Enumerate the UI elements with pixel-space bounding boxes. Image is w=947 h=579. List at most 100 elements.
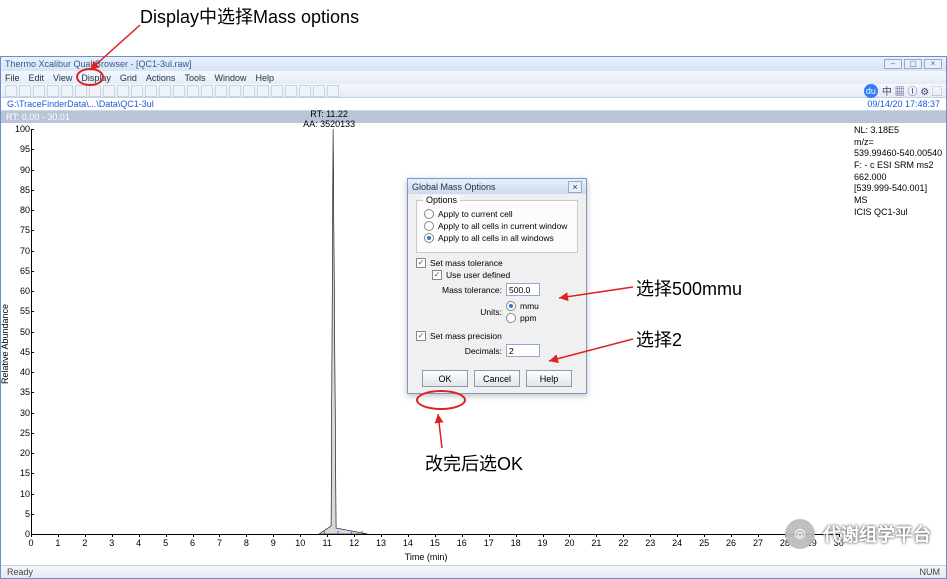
radio-apply-current[interactable] — [424, 209, 434, 219]
x-tick: 26 — [726, 538, 736, 548]
toolbar-button[interactable] — [47, 85, 59, 97]
toolbar-button[interactable] — [5, 85, 17, 97]
toolbar-button[interactable] — [117, 85, 129, 97]
toolbar-button[interactable] — [159, 85, 171, 97]
info-line: m/z= — [854, 137, 943, 149]
x-tick: 22 — [618, 538, 628, 548]
x-tick: 16 — [457, 538, 467, 548]
toolbar-button[interactable] — [145, 85, 157, 97]
info-line: NL: 3.18E5 — [854, 125, 943, 137]
check-use-user-defined[interactable] — [432, 270, 442, 280]
toolbar-button[interactable] — [215, 85, 227, 97]
x-tick: 17 — [484, 538, 494, 548]
menu-window[interactable]: Window — [214, 73, 246, 83]
dialog-close-icon[interactable]: × — [568, 181, 582, 193]
toolbar-button[interactable] — [89, 85, 101, 97]
radio-unit-mmu[interactable] — [506, 301, 516, 311]
mass-tolerance-input[interactable] — [506, 283, 540, 296]
toolbar: du 中 ▦ Ⓘ ⚙ ⬚ — [1, 84, 946, 98]
y-tick: 90 — [10, 165, 30, 175]
y-tick: 35 — [10, 387, 30, 397]
x-tick: 18 — [511, 538, 521, 548]
y-tick: 20 — [10, 448, 30, 458]
y-tick: 100 — [10, 124, 30, 134]
check-set-mass-tolerance[interactable] — [416, 258, 426, 268]
x-tick: 5 — [163, 538, 168, 548]
y-tick: 55 — [10, 306, 30, 316]
y-tick: 30 — [10, 408, 30, 418]
rt-range-header: RT: 0.00 - 30.01 — [1, 111, 946, 123]
y-tick: 70 — [10, 246, 30, 256]
info-line: F: - c ESI SRM ms2 — [854, 160, 943, 172]
y-tick: 45 — [10, 347, 30, 357]
radio-apply-all[interactable] — [424, 233, 434, 243]
y-tick: 50 — [10, 327, 30, 337]
toolbar-button[interactable] — [103, 85, 115, 97]
peak-label: RT: 11.22AA: 3520133 — [303, 109, 355, 129]
x-axis-label: Time (min) — [405, 552, 448, 562]
toolbar-button[interactable] — [173, 85, 185, 97]
toolbar-button[interactable] — [19, 85, 31, 97]
x-tick: 24 — [672, 538, 682, 548]
info-line: 662.000 — [854, 172, 943, 184]
y-tick: 0 — [10, 529, 30, 539]
x-tick: 10 — [295, 538, 305, 548]
help-button[interactable]: Help — [526, 370, 572, 387]
toolbar-button[interactable] — [201, 85, 213, 97]
y-axis-label: Relative Abundance — [0, 303, 10, 383]
minimize-button[interactable]: – — [884, 59, 902, 69]
dialog-title-text: Global Mass Options — [412, 182, 496, 192]
menu-file[interactable]: File — [5, 73, 20, 83]
circle-display-menu — [76, 68, 104, 86]
maximize-button[interactable]: ▢ — [904, 59, 922, 69]
x-tick: 7 — [217, 538, 222, 548]
menu-grid[interactable]: Grid — [120, 73, 137, 83]
x-tick: 27 — [753, 538, 763, 548]
menu-actions[interactable]: Actions — [146, 73, 176, 83]
ok-button[interactable]: OK — [422, 370, 468, 387]
baidu-icon[interactable]: du — [864, 84, 878, 98]
annotation-select-2: 选择2 — [636, 326, 682, 352]
toolbar-button[interactable] — [271, 85, 283, 97]
toolbar-button[interactable] — [33, 85, 45, 97]
toolbar-button[interactable] — [313, 85, 325, 97]
toolbar-button[interactable] — [285, 85, 297, 97]
x-tick: 21 — [591, 538, 601, 548]
x-tick: 9 — [271, 538, 276, 548]
cancel-button[interactable]: Cancel — [474, 370, 520, 387]
decimals-input[interactable] — [506, 344, 540, 357]
menu-view[interactable]: View — [53, 73, 72, 83]
toolbar-right: du 中 ▦ Ⓘ ⚙ ⬚ — [864, 83, 942, 98]
toolbar-button[interactable] — [243, 85, 255, 97]
toolbar-button[interactable] — [229, 85, 241, 97]
toolbar-button[interactable] — [187, 85, 199, 97]
toolbar-button[interactable] — [75, 85, 87, 97]
options-fieldset: Options Apply to current cell Apply to a… — [416, 200, 578, 253]
menu-tools[interactable]: Tools — [184, 73, 205, 83]
close-button[interactable]: × — [924, 59, 942, 69]
titlebar: Thermo Xcalibur Qual Browser - [QC1-3ul.… — [1, 57, 946, 71]
toolbar-button[interactable] — [61, 85, 73, 97]
annotation-ok: 改完后选OK — [425, 450, 523, 476]
toolbar-button[interactable] — [131, 85, 143, 97]
radio-unit-ppm[interactable] — [506, 313, 516, 323]
x-tick: 25 — [699, 538, 709, 548]
x-tick: 12 — [349, 538, 359, 548]
y-tick: 80 — [10, 205, 30, 215]
status-right: NUM — [920, 567, 941, 577]
statusbar: Ready NUM — [1, 565, 946, 578]
info-line: ICIS QC1-3ul — [854, 207, 943, 219]
y-tick: 95 — [10, 144, 30, 154]
menu-edit[interactable]: Edit — [29, 73, 45, 83]
menu-help[interactable]: Help — [255, 73, 274, 83]
toolbar-button[interactable] — [299, 85, 311, 97]
x-tick: 19 — [538, 538, 548, 548]
radio-apply-window[interactable] — [424, 221, 434, 231]
x-tick: 14 — [403, 538, 413, 548]
watermark: ⦾ 代谢组学平台 — [785, 519, 931, 549]
toolbar-button[interactable] — [257, 85, 269, 97]
check-set-mass-precision[interactable] — [416, 331, 426, 341]
x-tick: 3 — [109, 538, 114, 548]
y-tick: 40 — [10, 367, 30, 377]
toolbar-button[interactable] — [327, 85, 339, 97]
